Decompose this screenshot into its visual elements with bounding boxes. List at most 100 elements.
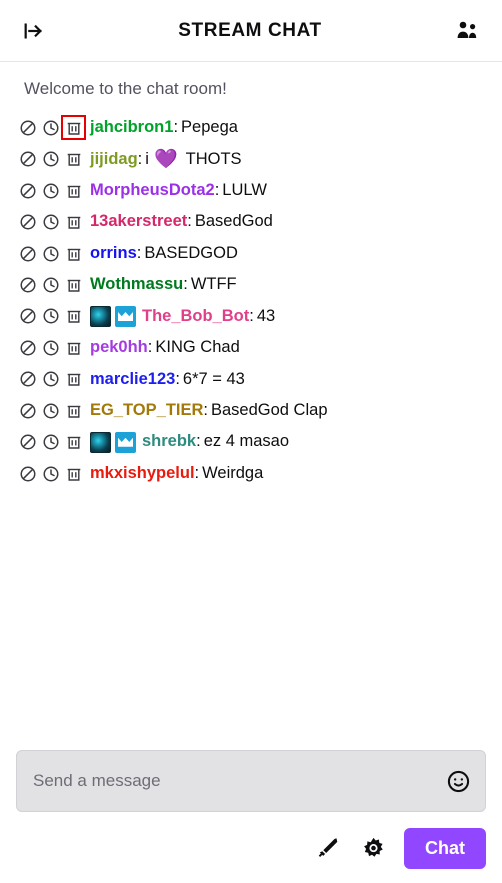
chat-message-text: 6*7 = 43 [182,369,245,388]
ban-icon[interactable] [18,118,37,137]
chat-username[interactable]: MorpheusDota2 [90,180,215,201]
send-chat-button[interactable]: Chat [404,828,486,869]
chat-message-row: EG_TOP_TIER: BasedGod Clap [16,395,486,426]
chat-username[interactable]: jijidag [90,149,138,170]
delete-trash-icon[interactable] [64,464,83,483]
username-separator: : [183,275,188,294]
delete-trash-icon[interactable] [64,213,83,232]
username-separator: : [194,463,200,482]
chat-message-row: mkxishypelul: Weirdga [16,458,486,489]
collapse-right-arrow-icon[interactable] [16,14,50,48]
timeout-clock-icon[interactable] [41,370,60,389]
timeout-clock-icon[interactable] [41,150,60,169]
chat-message-row: jahcibron1: Pepega [16,112,486,143]
moderation-actions [18,213,83,232]
emoji-smiley-icon[interactable] [445,768,471,794]
moderation-actions [18,338,83,357]
chat-message-text: ez 4 masao [203,432,289,451]
ban-icon[interactable] [18,213,37,232]
chat-username[interactable]: orrins [90,243,137,264]
chat-message-row: orrins: BASEDGOD [16,238,486,269]
delete-trash-icon[interactable] [64,150,83,169]
chat-username[interactable]: shrebk [142,431,196,452]
moderation-actions [18,181,83,200]
footer-controls: Chat [16,828,486,869]
chat-message-text: BasedGod Clap [211,401,328,420]
username-separator: : [203,401,208,420]
chat-message-row: pek0hh: KING Chad [16,332,486,363]
ban-icon[interactable] [18,307,37,326]
delete-trash-icon[interactable] [64,433,83,452]
delete-trash-icon[interactable] [64,401,83,420]
moderation-actions [18,370,83,389]
chat-message-input[interactable] [33,771,433,791]
timeout-clock-icon[interactable] [41,307,60,326]
ban-icon[interactable] [18,150,37,169]
delete-trash-icon[interactable] [64,307,83,326]
timeout-clock-icon[interactable] [41,401,60,420]
delete-trash-icon[interactable] [61,115,86,141]
chat-username[interactable]: EG_TOP_TIER [90,400,203,421]
moderation-actions [18,244,83,263]
chat-footer: Chat [0,750,502,883]
chat-username[interactable]: jahcibron1 [90,117,173,138]
username-separator: : [175,369,180,388]
timeout-clock-icon[interactable] [41,338,60,357]
ban-icon[interactable] [18,244,37,263]
vip-crown-badge[interactable] [115,431,136,453]
username-separator: : [214,180,220,199]
delete-trash-icon[interactable] [64,244,83,263]
chat-message-text: KING Chad [155,338,240,357]
subscriber-badge[interactable] [90,431,111,453]
chat-header: STREAM CHAT [0,0,502,62]
stream-chat-panel: STREAM CHAT Welcome to the chat room! ja… [0,0,502,883]
ban-icon[interactable] [18,370,37,389]
chat-message-text: BasedGod [194,212,273,231]
timeout-clock-icon[interactable] [41,213,60,232]
chat-message-text: i [145,149,149,168]
sword-mod-icon[interactable] [312,834,342,864]
chat-message-row: Wothmassu: WTFF [16,269,486,300]
ban-icon[interactable] [18,433,37,452]
username-separator: : [187,212,192,231]
chat-username[interactable]: 13akerstreet [90,211,187,232]
chat-message-text: WTFF [190,275,237,294]
chat-message-text: THOTS [185,149,242,168]
moderation-actions [18,401,83,420]
chat-message-row: MorpheusDota2: LULW [16,175,486,206]
chat-input-wrapper[interactable] [16,750,486,812]
community-users-icon[interactable] [450,14,484,48]
username-separator: : [249,306,254,325]
delete-trash-icon[interactable] [64,276,83,295]
chat-username[interactable]: The_Bob_Bot [142,306,249,327]
delete-trash-icon[interactable] [64,370,83,389]
ban-icon[interactable] [18,401,37,420]
welcome-message: Welcome to the chat room! [24,79,227,98]
timeout-clock-icon[interactable] [41,118,60,137]
chat-username[interactable]: Wothmassu [90,274,183,295]
chat-username[interactable]: pek0hh [90,337,148,358]
chat-username[interactable]: mkxishypelul [90,463,195,484]
chat-message-text: 43 [256,306,276,325]
timeout-clock-icon[interactable] [41,433,60,452]
ban-icon[interactable] [18,464,37,483]
chat-username[interactable]: marclie123 [90,369,175,390]
timeout-clock-icon[interactable] [41,244,60,263]
ban-icon[interactable] [18,338,37,357]
ban-icon[interactable] [18,276,37,295]
vip-crown-badge[interactable] [115,305,136,327]
moderation-actions [18,307,83,326]
timeout-clock-icon[interactable] [41,276,60,295]
delete-trash-icon[interactable] [64,338,83,357]
gear-settings-icon[interactable] [358,834,388,864]
ban-icon[interactable] [18,181,37,200]
timeout-clock-icon[interactable] [41,464,60,483]
chat-message-text: Pepega [181,118,238,137]
subscriber-badge[interactable] [90,305,111,327]
chat-message-row: jijidag: i 💜 THOTS [16,144,486,175]
message-list: Welcome to the chat room! jahcibron1: Pep… [0,62,502,750]
user-badges [90,305,136,327]
delete-trash-icon[interactable] [64,181,83,200]
moderation-actions [18,464,83,483]
timeout-clock-icon[interactable] [41,181,60,200]
